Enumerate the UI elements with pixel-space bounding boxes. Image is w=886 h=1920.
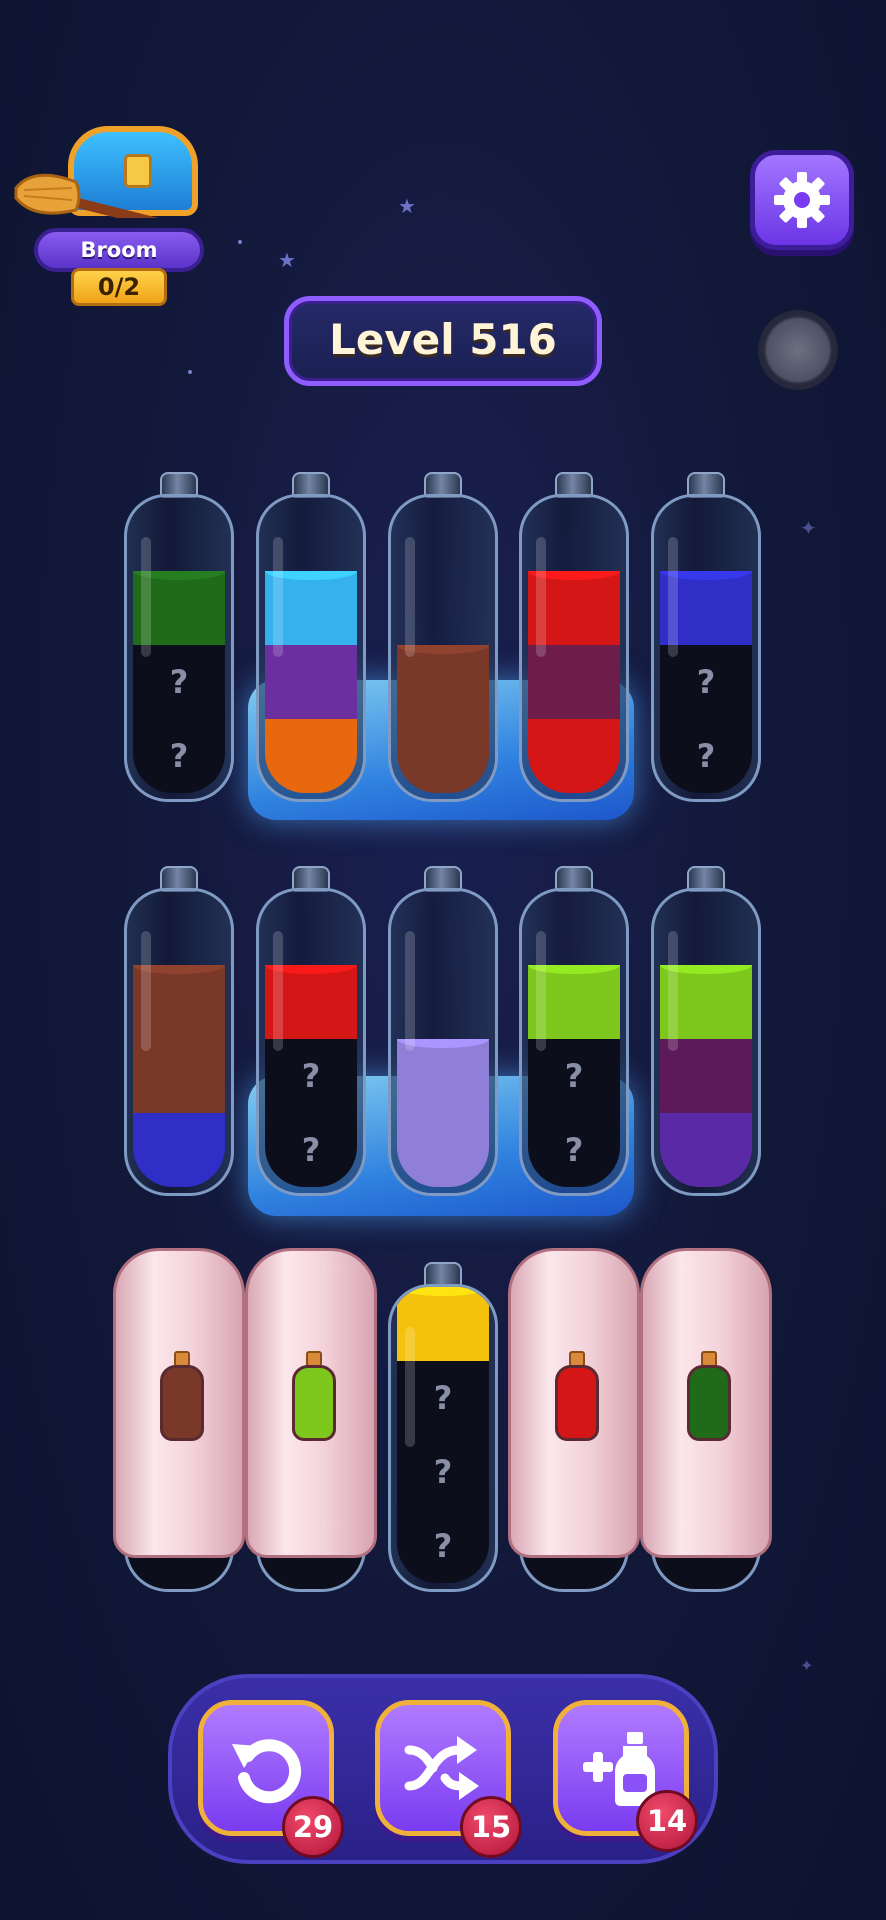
frozen-bottle[interactable] (388, 472, 498, 802)
hidden-layer: ? (397, 1509, 489, 1583)
liquid-layer-violet (660, 1113, 752, 1187)
bottle[interactable]: ?? (651, 472, 761, 802)
hint-bottle-icon (292, 1351, 336, 1441)
liquid-layer-red (528, 719, 620, 793)
streak-label: Broom Streak (34, 228, 204, 298)
add-bottle-count: 14 (636, 1790, 698, 1852)
covered-bottle[interactable] (508, 1248, 640, 1558)
bottle[interactable]: ?? (124, 472, 234, 802)
star-decoration: ✦ (800, 516, 817, 540)
shuffle-count: 15 (460, 1796, 522, 1858)
hint-bottle-icon (555, 1351, 599, 1441)
frozen-bottle[interactable]: ?? (256, 866, 366, 1196)
star-decoration: ★ (398, 194, 416, 218)
hint-bottle-icon (160, 1351, 204, 1441)
star-decoration (188, 370, 192, 374)
star-decoration: ★ (278, 248, 296, 272)
frozen-bottle[interactable]: ?? (519, 866, 629, 1196)
broom-streak-widget[interactable]: Broom Streak 0/2 (14, 118, 214, 306)
undo-count: 29 (282, 1796, 344, 1858)
hidden-layer: ? (660, 719, 752, 793)
gear-icon (774, 172, 830, 228)
star-decoration (238, 240, 242, 244)
bottle[interactable] (651, 866, 761, 1196)
hidden-layer: ? (265, 1113, 357, 1187)
liquid-layer-blue (133, 1113, 225, 1187)
liquid-layer-orange (265, 719, 357, 793)
hidden-layer: ? (528, 1113, 620, 1187)
liquid-layer-brown (397, 719, 489, 793)
covered-bottle[interactable] (113, 1248, 245, 1558)
star-decoration: ✦ (800, 1656, 814, 1675)
hint-bottle-icon (687, 1351, 731, 1441)
toggle-button[interactable] (758, 310, 838, 390)
covered-bottle[interactable] (640, 1248, 772, 1558)
settings-button[interactable] (750, 150, 854, 250)
shuffle-icon (404, 1736, 479, 1800)
broom-icon (14, 173, 159, 218)
level-title: Level 516 (284, 296, 602, 386)
bottle[interactable] (124, 866, 234, 1196)
frozen-bottle[interactable] (519, 472, 629, 802)
undo-icon (232, 1739, 302, 1804)
streak-count: 0/2 (71, 268, 167, 306)
hidden-layer: ? (133, 719, 225, 793)
liquid-layer-lavender (397, 1113, 489, 1187)
bottle[interactable]: ??? (388, 1262, 498, 1592)
frozen-bottle[interactable] (256, 472, 366, 802)
covered-bottle[interactable] (245, 1248, 377, 1558)
frozen-bottle[interactable] (388, 866, 498, 1196)
